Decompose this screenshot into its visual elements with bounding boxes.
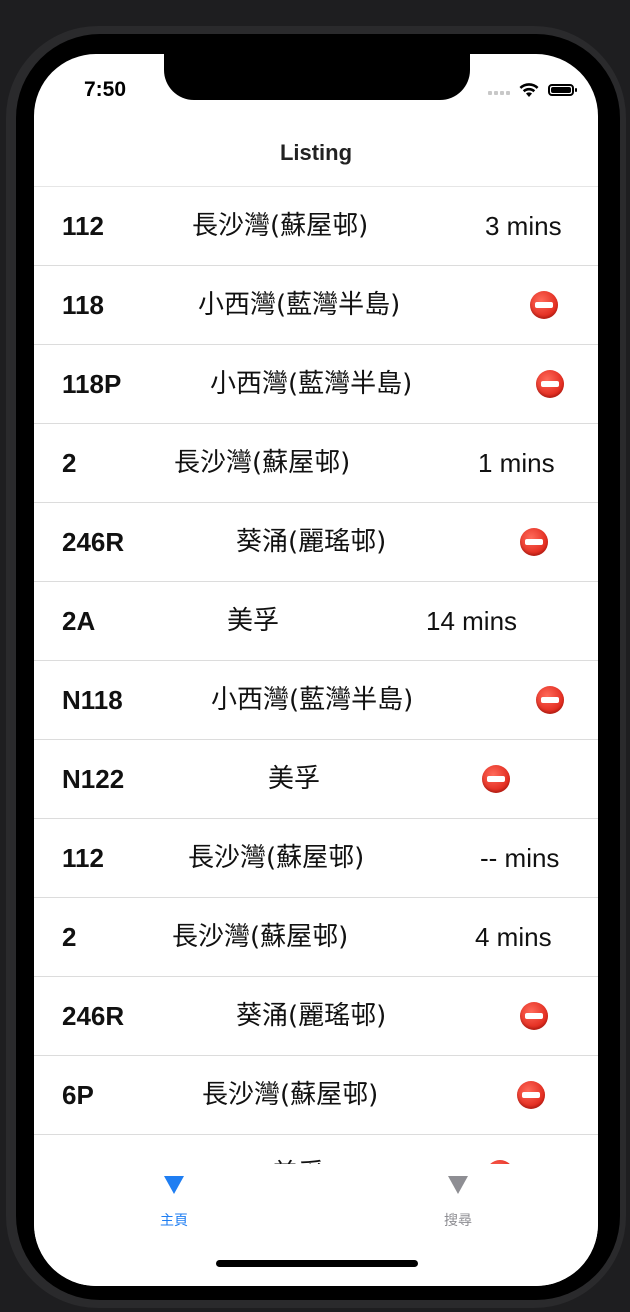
destination-label: 長沙灣(蘇屋邨) bbox=[192, 211, 369, 241]
no-entry-icon bbox=[530, 291, 558, 319]
destination-label: 美孚 bbox=[272, 1135, 324, 1164]
status-time: 7:50 bbox=[84, 78, 127, 101]
tab-home-label: 主頁 bbox=[160, 1213, 188, 1229]
list-item[interactable]: 112 長沙灣(蘇屋邨) 3 mins bbox=[34, 187, 598, 266]
destination-label: 美孚 bbox=[227, 606, 280, 636]
destination-label: 葵涌(麗瑤邨) bbox=[236, 527, 387, 557]
destination-label: 小西灣(藍灣半島) bbox=[211, 685, 414, 715]
route-number: 112 bbox=[62, 843, 104, 873]
tab-search[interactable]: 搜尋 bbox=[398, 1176, 518, 1230]
destination-label: 美孚 bbox=[268, 764, 321, 794]
list-item[interactable]: 246R 葵涌(麗瑤邨) bbox=[34, 503, 598, 582]
destination-label: 長沙灣(蘇屋邨) bbox=[172, 922, 349, 952]
route-number: 112 bbox=[62, 211, 104, 241]
list-item[interactable]: N118 小西灣(藍灣半島) bbox=[34, 661, 598, 740]
destination-label: 長沙灣(蘇屋邨) bbox=[202, 1080, 379, 1110]
battery-icon bbox=[548, 84, 577, 96]
home-indicator[interactable] bbox=[216, 1260, 418, 1267]
tab-bar: 主頁 搜尋 bbox=[34, 1164, 598, 1286]
app-screen: 7:50 Listing 112 長沙灣(蘇屋邨) 3 mins 118 小西灣(藍灣半… bbox=[34, 54, 598, 1286]
route-number: N122 bbox=[62, 764, 125, 794]
route-number: 2 bbox=[62, 448, 77, 478]
route-number: 2A bbox=[62, 606, 96, 636]
route-number: 246R bbox=[62, 527, 125, 557]
eta-label: -- mins bbox=[480, 843, 560, 873]
list-item[interactable]: 2A 美孚 14 mins bbox=[34, 582, 598, 661]
eta-label: 1 mins bbox=[478, 448, 555, 478]
wifi-icon bbox=[519, 83, 539, 97]
route-number: 246R bbox=[62, 1001, 125, 1031]
triangle-down-icon bbox=[164, 1176, 184, 1194]
no-entry-icon bbox=[482, 765, 510, 793]
list-item[interactable]: 2 長沙灣(蘇屋邨) 4 mins bbox=[34, 898, 598, 977]
triangle-down-icon bbox=[448, 1176, 468, 1194]
no-entry-icon bbox=[517, 1081, 545, 1109]
list-item[interactable]: 美孚 bbox=[34, 1135, 598, 1164]
cellular-signal-icon bbox=[488, 85, 510, 95]
eta-label: 14 mins bbox=[426, 606, 518, 636]
camera-notch bbox=[164, 54, 470, 100]
list-item[interactable]: 118 小西灣(藍灣半島) bbox=[34, 266, 598, 345]
list-item[interactable]: 112 長沙灣(蘇屋邨) -- mins bbox=[34, 819, 598, 898]
route-list[interactable]: 112 長沙灣(蘇屋邨) 3 mins 118 小西灣(藍灣半島) 118P 小西灣(藍灣半… bbox=[34, 187, 598, 1164]
route-number: 2 bbox=[62, 922, 77, 952]
page-title: Listing bbox=[279, 140, 353, 165]
route-number: 118P bbox=[62, 369, 122, 399]
eta-label: 3 mins bbox=[485, 211, 562, 241]
route-number: 118 bbox=[62, 290, 104, 320]
route-number: N118 bbox=[62, 685, 123, 715]
tab-search-label: 搜尋 bbox=[444, 1213, 472, 1229]
list-item[interactable]: 2 長沙灣(蘇屋邨) 1 mins bbox=[34, 424, 598, 503]
list-item[interactable]: N122 美孚 bbox=[34, 740, 598, 819]
eta-label: 4 mins bbox=[475, 922, 552, 952]
status-icons bbox=[488, 78, 577, 102]
destination-label: 葵涌(麗瑤邨) bbox=[236, 1001, 387, 1031]
destination-label: 小西灣(藍灣半島) bbox=[198, 290, 401, 320]
destination-label: 長沙灣(蘇屋邨) bbox=[174, 448, 351, 478]
no-entry-icon bbox=[536, 370, 564, 398]
list-item[interactable]: 246R 葵涌(麗瑤邨) bbox=[34, 977, 598, 1056]
no-entry-icon bbox=[520, 528, 548, 556]
no-entry-icon bbox=[520, 1002, 548, 1030]
list-item[interactable]: 6P 長沙灣(蘇屋邨) bbox=[34, 1056, 598, 1135]
list-item[interactable]: 118P 小西灣(藍灣半島) bbox=[34, 345, 598, 424]
destination-label: 長沙灣(蘇屋邨) bbox=[188, 843, 365, 873]
tab-home[interactable]: 主頁 bbox=[114, 1176, 234, 1230]
destination-label: 小西灣(藍灣半島) bbox=[210, 369, 413, 399]
route-number: 6P bbox=[62, 1080, 94, 1110]
no-entry-icon bbox=[536, 686, 564, 714]
